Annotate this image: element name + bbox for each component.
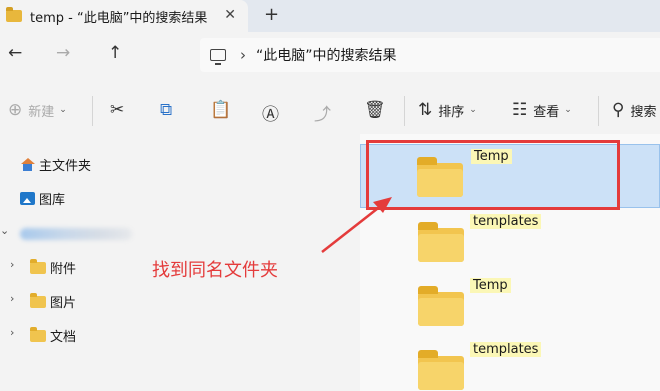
annotation-text: 找到同名文件夹 [152, 260, 278, 281]
annotation-arrow [321, 197, 392, 253]
